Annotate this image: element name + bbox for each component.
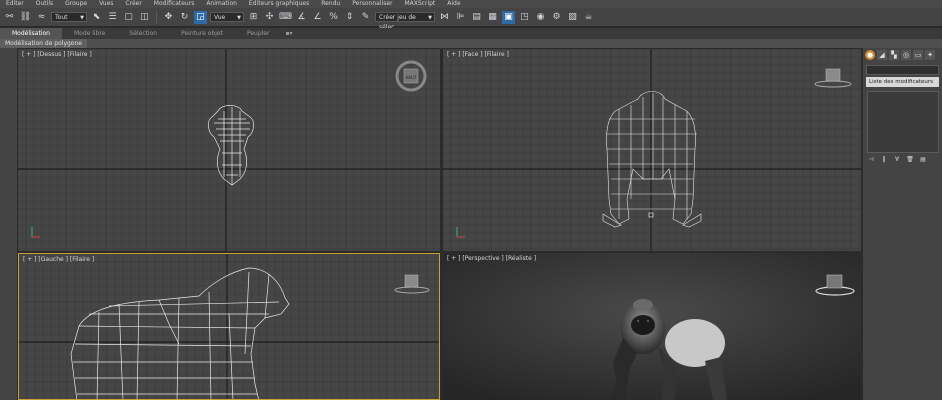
viewport-front-grid bbox=[443, 49, 861, 251]
angle-snap-icon[interactable]: ∠ bbox=[311, 11, 324, 24]
command-panel-tabs: ● ◢ ▚ ◎ ▭ ✦ bbox=[865, 50, 935, 60]
create-tab-icon[interactable]: ● bbox=[865, 50, 875, 60]
main-toolbar: ⚯ ⛓ ≈ Tout ▼ ⬉ ☰ ▢ ◫ ✥ ↻ ◲ Vue ▼ ⊞ ✣ ⌨ ∡ ∠… bbox=[0, 8, 942, 31]
app-window: Editer Outils Groupe Vues Créer Modifica… bbox=[0, 0, 942, 400]
menu-bar: Editer Outils Groupe Vues Créer Modifica… bbox=[0, 0, 942, 8]
viewport-top-canvas: HAUT bbox=[18, 49, 440, 251]
viewport-perspective-label[interactable]: [ + ] [Perspective ] [Réaliste ] bbox=[447, 255, 536, 262]
menu-aide[interactable]: Aide bbox=[441, 0, 466, 8]
keyboard-shortcut-icon[interactable]: ⌨ bbox=[279, 11, 292, 24]
grid-background bbox=[18, 49, 440, 251]
tab-peinture-objet[interactable]: Peinture objet bbox=[169, 28, 235, 39]
chevron-down-icon: ▼ bbox=[428, 15, 432, 21]
edit-named-selections-icon[interactable]: ✎ bbox=[359, 11, 372, 24]
selection-filter-value: Tout bbox=[55, 14, 68, 21]
chevron-down-icon: ▼ bbox=[237, 15, 241, 21]
menu-outils[interactable]: Outils bbox=[30, 0, 59, 8]
viewport-front[interactable]: [ + ] [Face ] [Filaire ] bbox=[443, 49, 861, 251]
viewport-front-label[interactable]: [ + ] [Face ] [Filaire ] bbox=[447, 51, 509, 58]
select-by-name-icon[interactable]: ☰ bbox=[106, 11, 119, 24]
remove-modifier-icon[interactable]: 🗑 bbox=[905, 156, 915, 164]
move-icon[interactable]: ✥ bbox=[162, 11, 175, 24]
object-name-field[interactable] bbox=[866, 65, 939, 75]
scale-icon[interactable]: ◲ bbox=[194, 10, 207, 24]
ribbon-subpanel: Modélisation de polygone bbox=[0, 39, 942, 48]
graphite-tools-icon[interactable]: ▦ bbox=[486, 11, 499, 24]
curve-editor-icon[interactable]: ▣ bbox=[502, 10, 515, 24]
mirror-icon[interactable]: ⋈ bbox=[438, 11, 451, 24]
link-icon[interactable]: ⚯ bbox=[3, 11, 16, 24]
toolbar-divider bbox=[156, 10, 157, 24]
menu-editeurs-graphiques[interactable]: Editeurs graphiques bbox=[243, 0, 315, 8]
rect-selection-region-icon[interactable]: ▢ bbox=[122, 11, 135, 24]
hierarchy-tab-icon[interactable]: ▚ bbox=[889, 50, 899, 60]
align-icon[interactable]: ⊫ bbox=[454, 11, 467, 24]
viewcube-top-face-label: HAUT bbox=[405, 75, 417, 80]
display-tab-icon[interactable]: ▭ bbox=[913, 50, 923, 60]
render-setup-icon[interactable]: ⚙ bbox=[550, 11, 563, 24]
menu-modificateurs[interactable]: Modificateurs bbox=[148, 0, 201, 8]
viewport-top[interactable]: HAUT [ + ] [Dessus ] [Filaire ] bbox=[18, 49, 440, 251]
viewport-top-label[interactable]: [ + ] [Dessus ] [Filaire ] bbox=[22, 51, 92, 58]
ribbon-sub-label[interactable]: Modélisation de polygone bbox=[0, 39, 87, 48]
menu-maxscript[interactable]: MAXScript bbox=[398, 0, 441, 8]
tab-mode-libre[interactable]: Mode libre bbox=[62, 28, 117, 39]
viewport-left-label[interactable]: [ + ] [Gauche ] [Filaire ] bbox=[23, 256, 94, 263]
modifier-stack[interactable] bbox=[867, 91, 939, 153]
make-unique-icon[interactable]: ∀ bbox=[892, 156, 902, 164]
spinner-snap-icon[interactable]: ⇕ bbox=[343, 11, 356, 24]
left-strip bbox=[0, 48, 17, 400]
reference-coord-dropdown[interactable]: Vue ▼ bbox=[210, 12, 244, 22]
configure-modifier-sets-icon[interactable]: ▤ bbox=[918, 156, 928, 164]
selection-filter-dropdown[interactable]: Tout ▼ bbox=[51, 12, 87, 22]
tab-selection[interactable]: Sélection bbox=[117, 28, 169, 39]
unlink-icon[interactable]: ⛓ bbox=[19, 11, 32, 24]
pin-stack-icon[interactable]: ⊣ bbox=[866, 156, 876, 164]
show-end-result-icon[interactable]: ‖ bbox=[879, 156, 889, 164]
grid-background bbox=[443, 49, 861, 251]
rotate-icon[interactable]: ↻ bbox=[178, 11, 191, 24]
viewport-top-grid bbox=[18, 49, 440, 251]
menu-editer[interactable]: Editer bbox=[0, 0, 30, 8]
menu-creer[interactable]: Créer bbox=[119, 0, 147, 8]
menu-rendu[interactable]: Rendu bbox=[315, 0, 346, 8]
layer-manager-icon[interactable]: ▤ bbox=[470, 11, 483, 24]
select-manipulate-icon[interactable]: ✣ bbox=[263, 11, 276, 24]
percent-snap-icon[interactable]: % bbox=[327, 11, 340, 24]
reference-coord-value: Vue bbox=[214, 14, 226, 21]
viewport-perspective-canvas bbox=[443, 253, 861, 400]
modify-tab-icon[interactable]: ◢ bbox=[877, 50, 887, 60]
viewport-left-canvas bbox=[19, 254, 439, 399]
pivot-center-icon[interactable]: ⊞ bbox=[247, 11, 260, 24]
utilities-tab-icon[interactable]: ✦ bbox=[925, 50, 935, 60]
render-production-icon[interactable]: ☕ bbox=[582, 11, 595, 24]
material-editor-icon[interactable]: ◉ bbox=[534, 11, 547, 24]
menu-animation[interactable]: Animation bbox=[200, 0, 243, 8]
rendered-frame-icon[interactable]: ▧ bbox=[566, 11, 579, 24]
schematic-view-icon[interactable]: ◳ bbox=[518, 11, 531, 24]
bind-spacewarp-icon[interactable]: ≈ bbox=[35, 11, 48, 24]
snaps-toggle-icon[interactable]: ∡ bbox=[295, 11, 308, 24]
viewport-front-canvas bbox=[443, 49, 861, 251]
motion-tab-icon[interactable]: ◎ bbox=[901, 50, 911, 60]
menu-personnaliser[interactable]: Personnaliser bbox=[346, 0, 398, 8]
window-crossing-icon[interactable]: ◫ bbox=[138, 11, 151, 24]
menu-groupe[interactable]: Groupe bbox=[59, 0, 93, 8]
named-selection-dropdown[interactable]: Créer jeu de sélec▼ bbox=[375, 12, 435, 31]
stack-buttons: ⊣ ‖ ∀ 🗑 ▤ bbox=[866, 156, 928, 164]
ribbon-options-icon[interactable]: ▪▾ bbox=[281, 28, 296, 39]
menu-vues[interactable]: Vues bbox=[93, 0, 119, 8]
viewport-perspective[interactable]: [ + ] [Perspective ] [Réaliste ] bbox=[443, 253, 861, 400]
select-object-icon[interactable]: ⬉ bbox=[90, 11, 103, 24]
ribbon-tabs: Modélisation Mode libre Sélection Peintu… bbox=[0, 28, 942, 39]
modifier-list-dropdown[interactable]: Liste des modificateurs bbox=[866, 77, 939, 87]
tab-peupler[interactable]: Peupler bbox=[235, 28, 282, 39]
chevron-down-icon: ▼ bbox=[80, 15, 84, 21]
viewport-left[interactable]: [ + ] [Gauche ] [Filaire ] bbox=[18, 253, 440, 400]
command-panel: ● ◢ ▚ ◎ ▭ ✦ Liste des modificateurs ⊣ ‖ … bbox=[863, 48, 942, 400]
tab-modelisation[interactable]: Modélisation bbox=[0, 28, 62, 39]
